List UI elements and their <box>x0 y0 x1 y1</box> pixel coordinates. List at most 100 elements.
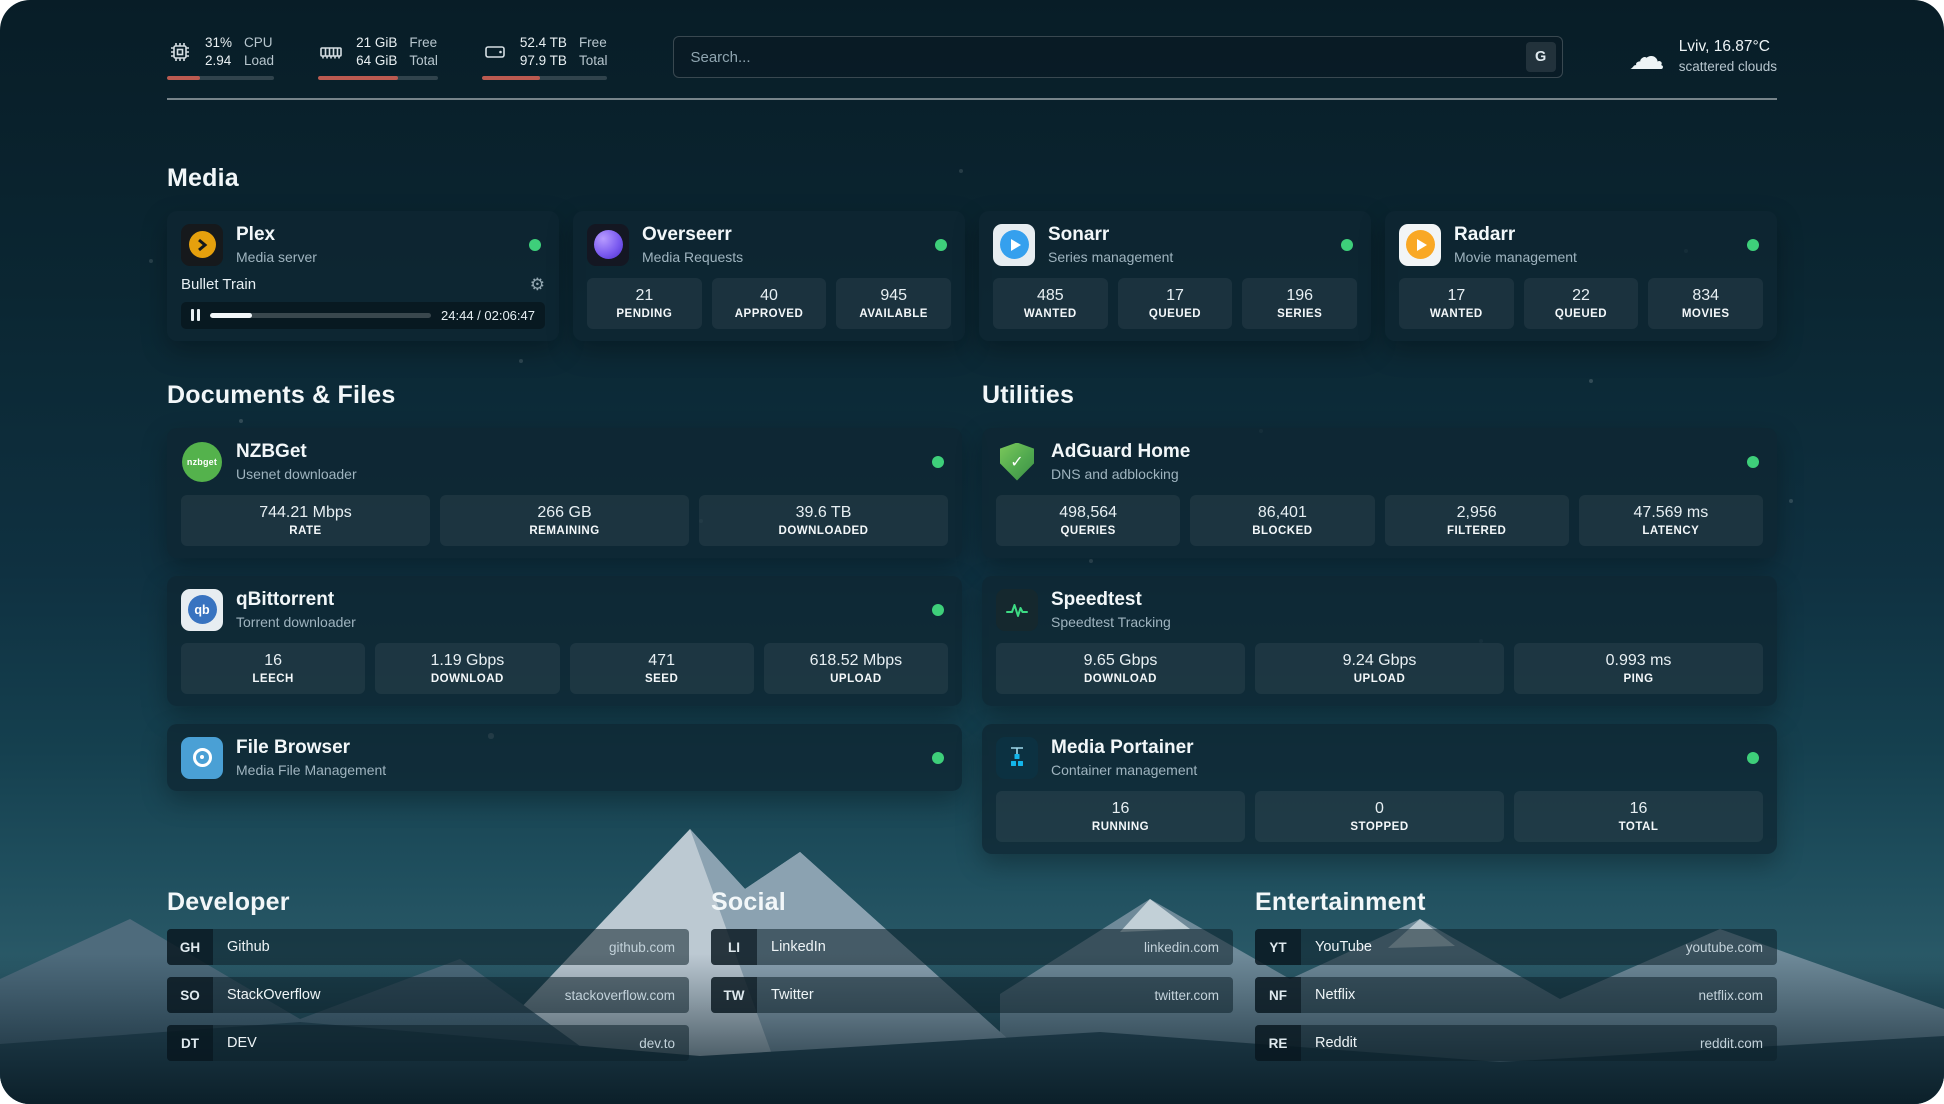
cpu-usage-value: 31% <box>205 34 232 52</box>
memory-free-value: 21 GiB <box>356 34 397 52</box>
youtube-icon: YT <box>1255 929 1301 965</box>
disk-free-value: 52.4 TB <box>520 34 567 52</box>
stat-leech: 16 LEECH <box>181 643 365 694</box>
app-name-plex: Plex <box>236 223 516 248</box>
cpu-widget: 31% 2.94 CPU Load <box>167 34 274 80</box>
app-subtitle-qbittorrent: Torrent downloader <box>236 613 919 631</box>
playback-progress-bar[interactable]: 24:44 / 02:06:47 <box>181 302 545 329</box>
bookmark-youtube[interactable]: YT YouTube youtube.com <box>1255 929 1777 965</box>
app-card-adguard[interactable]: ✓ AdGuard Home DNS and adblocking 498,56… <box>982 428 1777 558</box>
app-card-nzbget[interactable]: nzbget NZBGet Usenet downloader 744.21 M… <box>167 428 962 558</box>
memory-widget: 21 GiB 64 GiB Free Total <box>318 34 438 80</box>
cpu-label: CPU <box>244 34 274 52</box>
filebrowser-icon <box>181 737 223 779</box>
social-column: Social LI LinkedIn linkedin.com TW Twitt… <box>711 854 1233 1061</box>
search-input[interactable] <box>690 49 1525 66</box>
stat-download: 1.19 Gbps DOWNLOAD <box>375 643 559 694</box>
cpu-chip-icon <box>167 39 193 65</box>
reddit-icon: RE <box>1255 1025 1301 1061</box>
section-title-entertainment: Entertainment <box>1255 888 1777 917</box>
stat-series: 196 SERIES <box>1242 278 1357 329</box>
status-dot-plex <box>529 239 541 251</box>
app-card-filebrowser[interactable]: File Browser Media File Management <box>167 724 962 791</box>
ram-icon <box>318 39 344 65</box>
progress-track[interactable] <box>210 313 431 318</box>
bookmark-netflix[interactable]: NF Netflix netflix.com <box>1255 977 1777 1013</box>
stat-upload: 9.24 Gbps UPLOAD <box>1255 643 1504 694</box>
stat-remaining: 266 GB REMAINING <box>440 495 689 546</box>
stat-queued: 17 QUEUED <box>1118 278 1233 329</box>
app-card-plex[interactable]: Plex Media server Bullet Train ⚙ 24:44 /… <box>167 211 559 341</box>
bookmark-github[interactable]: GH Github github.com <box>167 929 689 965</box>
stackoverflow-icon: SO <box>167 977 213 1013</box>
app-name-adguard: AdGuard Home <box>1051 440 1734 465</box>
cpu-usage-bar <box>167 76 274 80</box>
memory-usage-bar <box>318 76 438 80</box>
nzbget-icon: nzbget <box>181 441 223 483</box>
app-subtitle-nzbget: Usenet downloader <box>236 465 919 483</box>
weather-condition: scattered clouds <box>1679 58 1777 76</box>
search-bar[interactable]: G <box>673 36 1562 78</box>
bookmark-stackoverflow[interactable]: SO StackOverflow stackoverflow.com <box>167 977 689 1013</box>
app-name-radarr: Radarr <box>1454 223 1734 248</box>
stat-approved: 40 APPROVED <box>712 278 827 329</box>
app-subtitle-overseerr: Media Requests <box>642 248 922 266</box>
app-name-sonarr: Sonarr <box>1048 223 1328 248</box>
bookmark-linkedin[interactable]: LI LinkedIn linkedin.com <box>711 929 1233 965</box>
netflix-icon: NF <box>1255 977 1301 1013</box>
stat-ping: 0.993 ms PING <box>1514 643 1763 694</box>
stat-queued: 22 QUEUED <box>1524 278 1639 329</box>
section-title-files: Documents & Files <box>167 381 962 410</box>
app-subtitle-speedtest: Speedtest Tracking <box>1051 613 1763 631</box>
app-card-qbittorrent[interactable]: qb qBittorrent Torrent downloader 16 LEE… <box>167 576 962 706</box>
gear-icon[interactable]: ⚙ <box>530 276 545 293</box>
status-dot-portainer <box>1747 752 1759 764</box>
app-subtitle-adguard: DNS and adblocking <box>1051 465 1734 483</box>
radarr-icon <box>1399 224 1441 266</box>
stat-rate: 744.21 Mbps RATE <box>181 495 430 546</box>
stat-available: 945 AVAILABLE <box>836 278 951 329</box>
stat-wanted: 485 WANTED <box>993 278 1108 329</box>
search-provider-button[interactable]: G <box>1526 42 1556 72</box>
utilities-column: Utilities ✓ AdGuard Home DNS and adblock… <box>982 341 1777 854</box>
portainer-icon <box>996 737 1038 779</box>
pause-button[interactable] <box>191 309 200 321</box>
status-dot-qbittorrent <box>932 604 944 616</box>
stat-downloaded: 39.6 TB DOWNLOADED <box>699 495 948 546</box>
sonarr-icon <box>993 224 1035 266</box>
memory-free-label: Free <box>409 34 438 52</box>
entertainment-column: Entertainment YT YouTube youtube.com NF … <box>1255 854 1777 1061</box>
app-card-radarr[interactable]: Radarr Movie management 17 WANTED 22 QUE… <box>1385 211 1777 341</box>
stat-blocked: 86,401 BLOCKED <box>1190 495 1374 546</box>
app-subtitle-radarr: Movie management <box>1454 248 1734 266</box>
stat-pending: 21 PENDING <box>587 278 702 329</box>
topbar-divider <box>167 98 1777 100</box>
stat-latency: 47.569 ms LATENCY <box>1579 495 1763 546</box>
qbittorrent-icon: qb <box>181 589 223 631</box>
app-card-portainer[interactable]: Media Portainer Container management 16 … <box>982 724 1777 854</box>
disk-total-label: Total <box>579 52 608 70</box>
section-title-social: Social <box>711 888 1233 917</box>
app-card-sonarr[interactable]: Sonarr Series management 485 WANTED 17 Q… <box>979 211 1371 341</box>
bookmark-dev[interactable]: DT DEV dev.to <box>167 1025 689 1061</box>
disk-drive-icon <box>482 39 508 65</box>
status-dot-filebrowser <box>932 752 944 764</box>
app-subtitle-plex: Media server <box>236 248 516 266</box>
disk-total-value: 97.9 TB <box>520 52 567 70</box>
memory-total-value: 64 GiB <box>356 52 397 70</box>
app-card-overseerr[interactable]: Overseerr Media Requests 21 PENDING 40 A… <box>573 211 965 341</box>
stat-filtered: 2,956 FILTERED <box>1385 495 1569 546</box>
disk-widget: 52.4 TB 97.9 TB Free Total <box>482 34 608 80</box>
disk-free-label: Free <box>579 34 608 52</box>
bookmark-reddit[interactable]: RE Reddit reddit.com <box>1255 1025 1777 1061</box>
weather-widget: ☁ Lviv, 16.87°C scattered clouds <box>1629 37 1777 76</box>
app-card-speedtest[interactable]: Speedtest Speedtest Tracking 9.65 Gbps D… <box>982 576 1777 706</box>
app-subtitle-portainer: Container management <box>1051 761 1734 779</box>
stat-running: 16 RUNNING <box>996 791 1245 842</box>
snow-specks <box>0 0 2 2</box>
media-card-row: Plex Media server Bullet Train ⚙ 24:44 /… <box>167 211 1777 341</box>
twitter-icon: TW <box>711 977 757 1013</box>
dashboard-frame: 31% 2.94 CPU Load <box>0 0 1944 1104</box>
disk-usage-bar <box>482 76 608 80</box>
bookmark-twitter[interactable]: TW Twitter twitter.com <box>711 977 1233 1013</box>
